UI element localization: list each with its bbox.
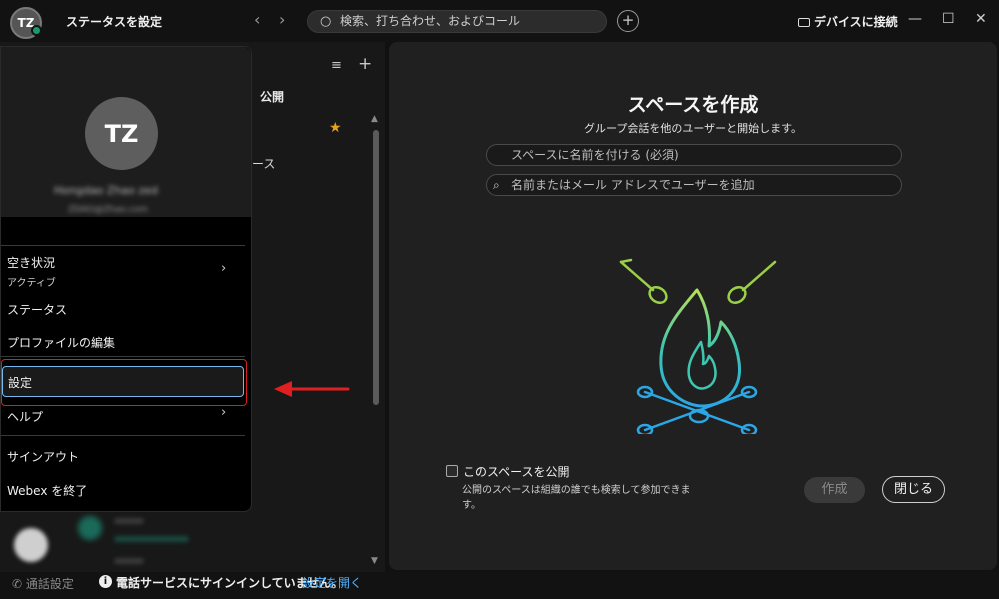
menu-divider	[1, 245, 245, 246]
create-space-subtitle: グループ会話を他のユーザーと開始します。	[583, 122, 803, 135]
profile-name: Hongdao Zhao zed	[54, 184, 158, 197]
settings-label: 設定	[8, 376, 33, 390]
help-item[interactable]: ヘルプ	[7, 408, 43, 425]
add-people-placeholder: 名前またはメール アドレスでユーザーを追加	[511, 178, 755, 192]
profile-initials: TZ	[104, 119, 139, 148]
profile-email: ZDAO@Zhao.com	[68, 205, 148, 215]
search-icon: ○	[320, 14, 332, 29]
space-name-input[interactable]: スペースに名前を付ける (必須)	[486, 144, 902, 166]
forward-arrow-icon[interactable]: ›	[279, 10, 285, 29]
sign-out-item[interactable]: サインアウト	[7, 448, 79, 465]
close-button[interactable]: 閉じる	[882, 476, 945, 503]
settings-item[interactable]	[2, 366, 244, 397]
open-settings-link[interactable]: 設定を開く	[302, 574, 362, 591]
search-icon: ⌕	[493, 178, 500, 192]
create-button[interactable]: 作成	[804, 477, 865, 503]
set-status-label[interactable]: ステータスを設定	[66, 13, 162, 30]
public-space-checkbox[interactable]	[446, 465, 458, 477]
presence-icon	[31, 25, 42, 36]
space-list-text: ース	[252, 157, 276, 171]
chevron-right-icon: ›	[221, 261, 227, 276]
profile-header: TZ Hongdao Zhao zed ZDAO@Zhao.com	[1, 47, 251, 217]
blurred-text	[114, 536, 189, 542]
edit-profile-item[interactable]: プロファイルの編集	[7, 334, 115, 351]
call-settings-item[interactable]: ✆ 通話設定	[12, 575, 74, 592]
space-name-placeholder: スペースに名前を付ける (必須)	[511, 148, 679, 162]
search-input[interactable]: ○ 検索、打ち合わせ、およびコール	[307, 10, 607, 33]
blurred-avatar-green	[78, 516, 102, 540]
status-item[interactable]: ステータス	[7, 301, 67, 318]
filter-icon[interactable]: ≡	[331, 58, 342, 73]
quit-webex-item[interactable]: Webex を終了	[7, 482, 87, 499]
profile-avatar: TZ	[85, 97, 158, 170]
availability-item[interactable]: 空き状況	[7, 254, 55, 271]
public-space-description: 公開のスペースは組織の誰でも検索して参加できます。	[462, 485, 691, 511]
scroll-down-icon[interactable]: ▼	[371, 556, 378, 566]
public-space-label: このスペースを公開	[463, 465, 570, 479]
connect-device-label: デバイスに接続	[814, 15, 898, 29]
title-bar: TZ ステータスを設定 ‹ › ○ 検索、打ち合わせ、およびコール + デバイス…	[0, 0, 999, 42]
availability-value: アクティブ	[7, 278, 56, 289]
screen-icon	[798, 18, 810, 27]
scrollbar[interactable]	[373, 130, 379, 405]
info-icon: i	[99, 575, 112, 588]
tab-public[interactable]: 公開	[260, 88, 284, 105]
star-icon[interactable]: ★	[329, 120, 342, 136]
call-settings-label: 通話設定	[25, 577, 74, 591]
blurred-text	[114, 518, 144, 524]
search-placeholder: 検索、打ち合わせ、およびコール	[340, 14, 521, 28]
status-bar: ✆ 通話設定 i 電話サービスにサインインしていません。 設定を開く	[0, 572, 999, 599]
back-arrow-icon[interactable]: ‹	[254, 10, 260, 29]
campfire-illustration	[619, 258, 777, 434]
profile-menu: TZ Hongdao Zhao zed ZDAO@Zhao.com 空き状況 ア…	[0, 46, 252, 512]
add-people-input[interactable]: ⌕ 名前またはメール アドレスでユーザーを追加	[486, 174, 902, 196]
create-space-title: スペースを作成	[627, 94, 759, 116]
red-arrow-annotation	[274, 381, 350, 397]
close-icon[interactable]: ✕	[975, 11, 987, 27]
minimize-icon[interactable]: —	[908, 11, 922, 27]
create-space-panel: スペースを作成 グループ会話を他のユーザーと開始します。 スペースに名前を付ける…	[389, 42, 997, 570]
scroll-up-icon[interactable]: ▲	[371, 114, 378, 124]
add-space-icon[interactable]: +	[358, 54, 372, 74]
menu-divider	[1, 356, 245, 357]
chevron-right-icon: ›	[221, 405, 227, 420]
blurred-avatar	[14, 528, 48, 562]
blurred-text	[114, 558, 144, 564]
add-button[interactable]: +	[617, 10, 639, 32]
maximize-icon[interactable]: ☐	[942, 11, 955, 27]
menu-divider	[1, 435, 245, 436]
connect-device-button[interactable]: デバイスに接続	[798, 13, 898, 30]
